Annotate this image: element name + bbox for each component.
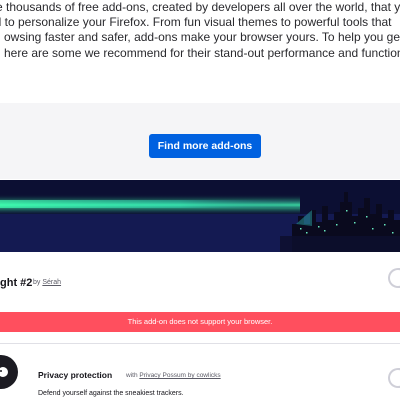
theme-addon-byline: by Sérah (33, 279, 61, 286)
privacy-addon-description: Defend yourself against the sneakiest tr… (38, 390, 184, 397)
addons-page: e thousands of free add-ons, created by … (0, 0, 400, 400)
intro-line-1: e thousands of free add-ons, created by … (0, 0, 400, 14)
toggle-knob (390, 270, 400, 286)
intro-line-2: ll to personalize your Firefox. From fun… (0, 15, 392, 29)
theme-preview-image (0, 180, 400, 252)
privacy-addon-author-link[interactable]: Privacy Possum by cowlicks (139, 372, 220, 379)
privacy-addon-by-prefix: with (126, 372, 138, 379)
theme-preview-art (0, 180, 400, 252)
theme-addon-author-link[interactable]: Sérah (42, 279, 61, 286)
divider (0, 343, 400, 344)
theme-addon-by-prefix: by (33, 279, 41, 286)
intro-line-4: here are some we recommend for their sta… (4, 46, 400, 60)
unsupported-warning: This add-on does not support your browse… (0, 312, 400, 332)
theme-addon-name: ght #2 (0, 277, 33, 289)
privacy-addon-byline: with Privacy Possum by cowlicks (126, 372, 221, 379)
intro-line-3: owsing faster and safer, add-ons make yo… (4, 30, 400, 44)
possum-icon (0, 367, 8, 377)
find-more-addons-button[interactable]: Find more add-ons (149, 134, 261, 158)
intro-text: e thousands of free add-ons, created by … (0, 0, 400, 96)
toggle-knob (390, 370, 400, 386)
privacy-addon-name: Privacy protection (38, 370, 113, 380)
